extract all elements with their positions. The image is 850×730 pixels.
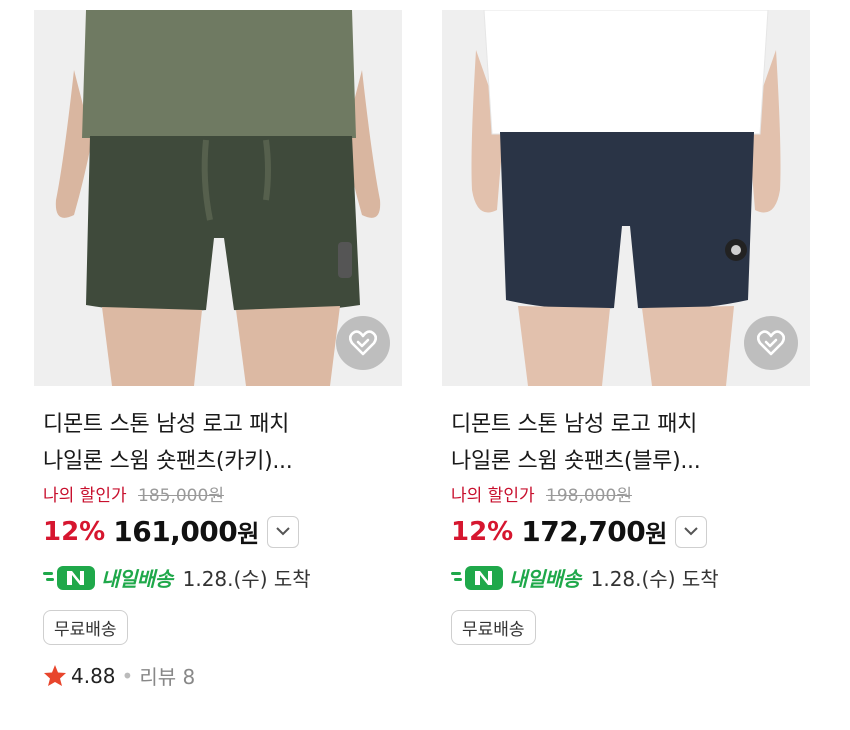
separator-dot: • — [121, 663, 134, 688]
product-title[interactable]: 디몬트 스톤 남성 로고 패치 나일론 스윔 숏팬츠(블루)... — [442, 406, 781, 480]
free-shipping-badge: 무료배송 — [43, 610, 128, 645]
product-card[interactable]: 디몬트 스톤 남성 로고 패치 나일론 스윔 숏팬츠(카키)... 나의 할인가… — [34, 10, 402, 690]
heart-check-icon — [349, 330, 377, 356]
discount-label: 나의 할인가 — [43, 486, 127, 506]
product-card[interactable]: 디몬트 스톤 남성 로고 패치 나일론 스윔 숏팬츠(블루)... 나의 할인가… — [442, 10, 810, 645]
product-image[interactable] — [34, 10, 402, 386]
delivery-date: 1.28.(수) 도착 — [590, 567, 719, 591]
product-title-line: 나일론 스윔 숏팬츠(카키)... — [43, 449, 293, 474]
chevron-down-icon — [684, 527, 699, 536]
delivery-truck-icon — [451, 564, 505, 592]
delivery-brand: 내일배송 — [509, 567, 581, 591]
rating-score: 4.88 — [71, 663, 116, 688]
wishlist-heart-button[interactable] — [744, 316, 798, 370]
wishlist-heart-button[interactable] — [336, 316, 390, 370]
review-count[interactable]: 리뷰 8 — [139, 661, 195, 690]
price-detail-toggle[interactable] — [267, 515, 300, 548]
price-row: 12% 172,700 원 — [442, 514, 810, 549]
price-unit: 원 — [237, 520, 260, 548]
product-title-line: 나일론 스윔 숏팬츠(블루)... — [451, 449, 701, 474]
product-title-line: 디몬트 스톤 남성 로고 패치 — [43, 412, 290, 437]
star-icon — [44, 665, 66, 686]
delivery-row: 내일배송 1.28.(수) 도착 — [442, 563, 810, 592]
discount-percent: 12% — [451, 516, 514, 547]
delivery-row: 내일배송 1.28.(수) 도착 — [34, 563, 402, 592]
price-unit: 원 — [645, 520, 668, 548]
discount-row: 나의 할인가 185,000원 — [34, 484, 402, 508]
product-grid: 디몬트 스톤 남성 로고 패치 나일론 스윔 숏팬츠(카키)... 나의 할인가… — [0, 0, 850, 730]
product-image[interactable] — [442, 10, 810, 386]
original-price: 198,000원 — [546, 486, 632, 506]
delivery-truck-icon — [43, 564, 97, 592]
free-shipping-badge: 무료배송 — [451, 610, 536, 645]
discount-label: 나의 할인가 — [451, 486, 535, 506]
sale-price: 172,700 — [521, 515, 646, 548]
heart-check-icon — [757, 330, 785, 356]
rating-row: 4.88 • 리뷰 8 — [34, 661, 402, 690]
chevron-down-icon — [276, 527, 291, 536]
delivery-date: 1.28.(수) 도착 — [182, 567, 311, 591]
price-row: 12% 161,000 원 — [34, 514, 402, 549]
price-detail-toggle[interactable] — [675, 515, 708, 548]
discount-row: 나의 할인가 198,000원 — [442, 484, 810, 508]
original-price: 185,000원 — [138, 486, 224, 506]
sale-price: 161,000 — [113, 515, 238, 548]
discount-percent: 12% — [43, 516, 106, 547]
product-title-line: 디몬트 스톤 남성 로고 패치 — [451, 412, 698, 437]
delivery-brand: 내일배송 — [101, 567, 173, 591]
product-title[interactable]: 디몬트 스톤 남성 로고 패치 나일론 스윔 숏팬츠(카키)... — [34, 406, 373, 480]
